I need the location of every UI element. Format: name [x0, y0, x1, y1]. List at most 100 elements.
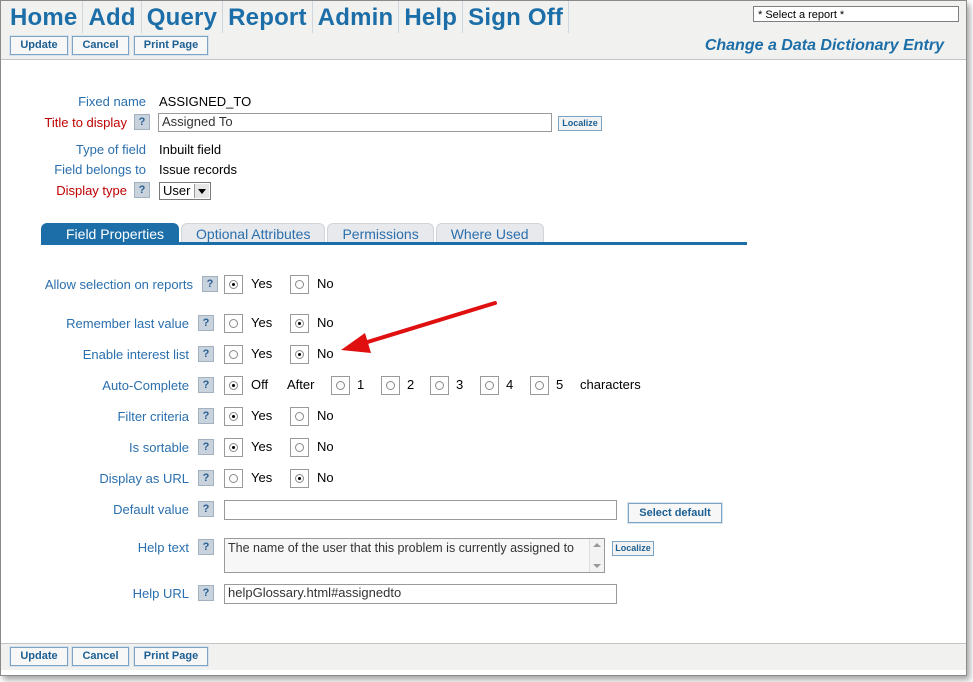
- title-to-display-label: Title to display: [44, 115, 127, 130]
- auto-complete-help-icon[interactable]: ?: [198, 377, 214, 393]
- is-sortable-yes-radio[interactable]: [224, 438, 243, 457]
- allow-selection-no-radio[interactable]: [290, 275, 309, 294]
- auto-complete-1-radio[interactable]: [331, 376, 350, 395]
- help-text-textarea[interactable]: The name of the user that this problem i…: [224, 538, 605, 573]
- filter-criteria-yes-label: Yes: [251, 408, 273, 423]
- help-url-input[interactable]: helpGlossary.html#assignedto: [224, 584, 617, 604]
- chevron-down-icon: [194, 184, 209, 198]
- auto-complete-5-label: 5: [556, 377, 564, 392]
- allow-selection-yes-radio[interactable]: [224, 275, 243, 294]
- display-as-url-no-label: No: [317, 470, 334, 485]
- auto-complete-4-label: 4: [506, 377, 514, 392]
- enable-interest-yes-label: Yes: [251, 346, 273, 361]
- menu-bar: Home Add Query Report Admin Help Sign Of…: [1, 1, 966, 33]
- display-as-url-no-radio[interactable]: [290, 469, 309, 488]
- filter-criteria-no-radio[interactable]: [290, 407, 309, 426]
- auto-complete-4-radio[interactable]: [480, 376, 499, 395]
- update-button[interactable]: Update: [9, 35, 69, 56]
- title-help-icon[interactable]: ?: [134, 114, 150, 130]
- title-to-display-input[interactable]: Assigned To: [158, 113, 552, 132]
- type-of-field-label: Type of field: [75, 142, 146, 157]
- display-type-selected: User: [163, 183, 191, 198]
- filter-criteria-help-icon[interactable]: ?: [198, 408, 214, 424]
- remember-last-no-radio[interactable]: [290, 314, 309, 333]
- menu-add[interactable]: Add: [83, 1, 142, 33]
- remember-last-help-icon[interactable]: ?: [198, 315, 214, 331]
- enable-interest-no-radio[interactable]: [290, 345, 309, 364]
- remember-last-label: Remember last value: [66, 316, 189, 331]
- field-belongs-to-label: Field belongs to: [54, 162, 146, 177]
- auto-complete-5-radio[interactable]: [530, 376, 549, 395]
- is-sortable-no-radio[interactable]: [290, 438, 309, 457]
- tab-optional-attributes[interactable]: Optional Attributes: [181, 223, 326, 243]
- print-page-button[interactable]: Print Page: [133, 35, 209, 56]
- display-type-select[interactable]: User: [159, 182, 211, 200]
- help-url-help-icon[interactable]: ?: [198, 585, 214, 601]
- is-sortable-help-icon[interactable]: ?: [198, 439, 214, 455]
- filter-criteria-yes-radio[interactable]: [224, 407, 243, 426]
- app-window: Home Add Query Report Admin Help Sign Of…: [0, 0, 967, 676]
- help-text-scrollbar[interactable]: [589, 539, 604, 572]
- enable-interest-yes-radio[interactable]: [224, 345, 243, 364]
- cancel-button[interactable]: Cancel: [71, 35, 130, 56]
- page-title: Change a Data Dictionary Entry: [704, 37, 944, 54]
- auto-complete-characters-label: characters: [580, 377, 641, 392]
- enable-interest-help-icon[interactable]: ?: [198, 346, 214, 362]
- is-sortable-no-label: No: [317, 439, 334, 454]
- field-belongs-to-value: Issue records: [159, 162, 238, 177]
- help-text-label: Help text: [137, 540, 189, 555]
- auto-complete-after-label: After: [287, 377, 315, 392]
- display-type-help-icon[interactable]: ?: [134, 182, 150, 198]
- auto-complete-off-label: Off: [251, 377, 269, 392]
- filter-criteria-no-label: No: [317, 408, 334, 423]
- tab-bar: Field Properties Optional Attributes Per…: [41, 223, 546, 243]
- tab-field-properties[interactable]: Field Properties: [41, 223, 180, 243]
- help-text-help-icon[interactable]: ?: [198, 539, 214, 555]
- fixed-name-value: ASSIGNED_TO: [159, 94, 252, 109]
- enable-interest-label: Enable interest list: [82, 347, 189, 362]
- auto-complete-2-label: 2: [407, 377, 415, 392]
- title-localize-button[interactable]: Localize: [558, 116, 602, 131]
- menu-query[interactable]: Query: [142, 1, 224, 33]
- remember-last-yes-label: Yes: [251, 315, 273, 330]
- menu-sign-off[interactable]: Sign Off: [463, 1, 570, 33]
- main-menu: Home Add Query Report Admin Help Sign Of…: [5, 1, 570, 33]
- display-as-url-yes-radio[interactable]: [224, 469, 243, 488]
- allow-selection-help-icon[interactable]: ?: [202, 276, 218, 292]
- remember-last-yes-radio[interactable]: [224, 314, 243, 333]
- help-text-localize-button[interactable]: Localize: [612, 541, 654, 556]
- menu-report[interactable]: Report: [223, 1, 313, 33]
- is-sortable-label: Is sortable: [129, 440, 189, 455]
- display-as-url-yes-label: Yes: [251, 470, 273, 485]
- auto-complete-2-radio[interactable]: [381, 376, 400, 395]
- default-value-label: Default value: [113, 502, 189, 517]
- annotation-arrow-icon: [341, 301, 497, 353]
- allow-selection-label: Allow selection on reports: [44, 277, 193, 292]
- fixed-name-label: Fixed name: [78, 94, 146, 109]
- report-select[interactable]: * Select a report *: [753, 6, 959, 22]
- tab-underline: [41, 242, 747, 245]
- filter-criteria-label: Filter criteria: [117, 409, 189, 424]
- cancel-button-bottom[interactable]: Cancel: [71, 646, 130, 667]
- menu-home[interactable]: Home: [5, 1, 84, 33]
- allow-selection-yes-label: Yes: [251, 276, 273, 291]
- auto-complete-3-radio[interactable]: [430, 376, 449, 395]
- help-url-label: Help URL: [132, 586, 189, 601]
- update-button-bottom[interactable]: Update: [9, 646, 69, 667]
- print-page-button-bottom[interactable]: Print Page: [133, 646, 209, 667]
- default-value-help-icon[interactable]: ?: [198, 501, 214, 517]
- display-as-url-help-icon[interactable]: ?: [198, 470, 214, 486]
- auto-complete-3-label: 3: [456, 377, 464, 392]
- scroll-down-icon: [593, 564, 601, 568]
- display-type-label: Display type: [56, 183, 127, 198]
- default-value-input[interactable]: [224, 500, 617, 520]
- select-default-button[interactable]: Select default: [627, 502, 723, 524]
- is-sortable-yes-label: Yes: [251, 439, 273, 454]
- menu-admin[interactable]: Admin: [313, 1, 400, 33]
- auto-complete-off-radio[interactable]: [224, 376, 243, 395]
- tab-permissions[interactable]: Permissions: [327, 223, 434, 243]
- menu-help[interactable]: Help: [399, 1, 464, 33]
- type-of-field-value: Inbuilt field: [159, 142, 222, 157]
- tab-where-used[interactable]: Where Used: [435, 223, 544, 243]
- auto-complete-1-label: 1: [357, 377, 365, 392]
